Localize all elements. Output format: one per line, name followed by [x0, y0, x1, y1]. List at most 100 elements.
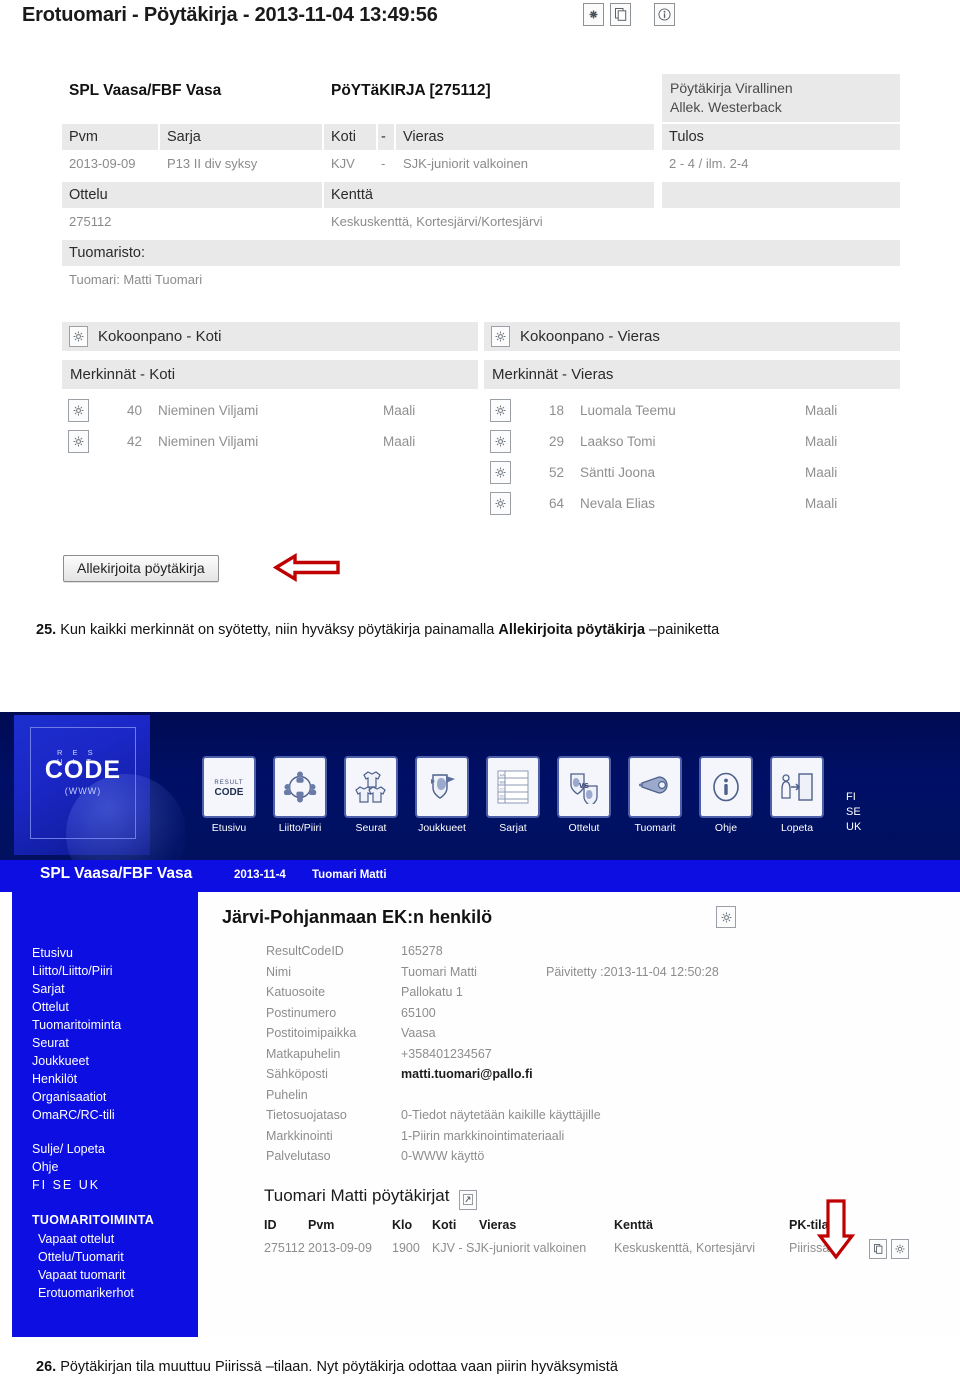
nav-item-ottelut[interactable]: vs Ottelut	[553, 756, 615, 834]
nav-item-seurat[interactable]: Seurat	[340, 756, 402, 834]
sidebar-item-ottelu-tuomarit[interactable]: Ottelu/Tuomarit	[32, 1248, 198, 1266]
gear-icon[interactable]	[491, 326, 510, 347]
val-sarja: P13 II div syksy	[160, 152, 322, 176]
referees-value-row: Tuomari: Matti Tuomari	[62, 268, 960, 298]
nav-language-switcher[interactable]: FI SE UK	[846, 790, 861, 835]
nav-label: Sarjat	[499, 822, 527, 834]
th-kentta: Kenttä	[614, 1217, 653, 1232]
nav-item-tuomarit[interactable]: Tuomarit	[624, 756, 686, 834]
resultcode-logo[interactable]: R E S U L T CODE (WWW)	[14, 715, 186, 894]
people-circle-icon	[273, 756, 327, 818]
mark-number: 18	[548, 403, 564, 418]
sidebar-item-tuomaritoiminta[interactable]: Tuomaritoiminta	[32, 1016, 198, 1034]
nav-item-joukkueet[interactable]: Joukkueet	[411, 756, 473, 834]
mark-type: Maali	[383, 434, 416, 449]
gear-icon[interactable]	[716, 906, 736, 928]
sidebar-language-switcher[interactable]: FI SE UK	[32, 1176, 198, 1194]
nav-item-ohje[interactable]: Ohje	[695, 756, 757, 834]
svg-text:AA: AA	[500, 773, 506, 778]
sidebar-divider-2	[32, 1194, 198, 1210]
gear-icon[interactable]	[490, 399, 511, 422]
detail-label: Sähköposti	[266, 1067, 328, 1081]
protocol-table-heading-text: Tuomari Matti pöytäkirjat	[264, 1186, 450, 1205]
nav-lang-se[interactable]: SE	[846, 805, 861, 820]
svg-text:CC: CC	[500, 787, 506, 792]
gear-icon[interactable]	[69, 326, 88, 347]
detail-label: Postitoimipaikka	[266, 1026, 357, 1040]
sidebar-item-ohje[interactable]: Ohje	[32, 1158, 198, 1176]
gear-icon[interactable]	[68, 399, 89, 422]
gear-icon[interactable]	[490, 430, 511, 453]
gear-icon[interactable]	[490, 461, 511, 484]
link-icon[interactable]	[459, 1189, 478, 1210]
sidebar-item-joukkueet[interactable]: Joukkueet	[32, 1052, 198, 1070]
detail-label: Markkinointi	[266, 1128, 333, 1143]
person-page-title: Järvi-Pohjanmaan EK:n henkilö	[222, 907, 493, 927]
mark-row-home-1[interactable]: 42 Nieminen Viljami Maali	[68, 427, 478, 458]
row-action-buttons	[869, 1238, 909, 1259]
sidebar-item-omarc[interactable]: OmaRC/RC-tili	[32, 1106, 198, 1124]
nav-item-liitto-piiri[interactable]: Liitto/Piiri	[269, 756, 331, 834]
copy-icon[interactable]	[869, 1238, 887, 1259]
sidebar-item-erotuomarikerhot[interactable]: Erotuomarikerhot	[32, 1284, 198, 1302]
sidebar-item-ottelut[interactable]: Ottelut	[32, 998, 198, 1016]
referees-header: Tuomaristo:	[62, 240, 900, 266]
sidebar-item-sulje-lopeta[interactable]: Sulje/ Lopeta	[32, 1140, 198, 1158]
mark-number: 40	[126, 403, 142, 418]
gear-icon[interactable]	[490, 492, 511, 515]
sidebar-item-seurat[interactable]: Seurat	[32, 1034, 198, 1052]
nav-lang-uk[interactable]: UK	[846, 820, 861, 835]
sidebar: Etusivu Liitto/Liitto/Piiri Sarjat Ottel…	[12, 892, 198, 1337]
referees-header-row: Tuomaristo:	[62, 240, 960, 268]
sidebar-item-henkilot[interactable]: Henkilöt	[32, 1070, 198, 1088]
col-tulos: Tulos	[662, 124, 900, 150]
sidebar-item-vapaat-ottelut[interactable]: Vapaat ottelut	[32, 1230, 198, 1248]
th-id: ID	[264, 1217, 277, 1232]
lineup-row: Kokoonpano - Koti Kokoonpano - Vieras	[62, 322, 960, 356]
shield-flag-icon	[415, 756, 469, 818]
sidebar-item-sarjat[interactable]: Sarjat	[32, 980, 198, 998]
detail-label: Katuosoite	[266, 985, 326, 999]
col-kentta: Kenttä	[324, 182, 654, 208]
protocol-body: SPL Vaasa/FBF Vasa PöYTäKIRJA [275112] P…	[0, 74, 960, 532]
title-icon-group	[583, 3, 675, 26]
mark-player: Luomala Teemu	[580, 403, 676, 418]
detail-value: 165278	[401, 944, 443, 958]
org-name: SPL Vaasa/FBF Vasa	[62, 78, 312, 104]
detail-label: Tietosuojataso	[266, 1108, 347, 1122]
col-vieras: Vieras	[396, 124, 654, 150]
mark-row-away-1[interactable]: 29 Laakso Tomi Maali	[490, 427, 900, 458]
game-value-row: 275112 Keskuskenttä, Kortesjärvi/Kortesj…	[62, 210, 960, 238]
lineup-away-label: Kokoonpano - Vieras	[520, 328, 660, 345]
protocol-header-row: SPL Vaasa/FBF Vasa PöYTäKIRJA [275112] P…	[62, 74, 960, 122]
copy-icon[interactable]	[610, 3, 631, 26]
mark-row-away-2[interactable]: 52 Säntti Joona Maali	[490, 458, 900, 489]
val-vieras: SJK-juniorit valkoinen	[396, 152, 654, 176]
sidebar-item-etusivu[interactable]: Etusivu	[32, 944, 198, 962]
gear-icon[interactable]	[891, 1238, 909, 1259]
lineup-away[interactable]: Kokoonpano - Vieras	[484, 322, 900, 351]
detail-label: Postinumero	[266, 1005, 337, 1020]
nav-items: RESULT CODE Etusivu Liitto/Piiri Seurat …	[198, 756, 828, 834]
nav-label: Seurat	[355, 822, 387, 834]
nav-item-sarjat[interactable]: AA BB CC DD Sarjat	[482, 756, 544, 834]
caption-25-before: Kun kaikki merkinnät on syötetty, niin h…	[56, 622, 499, 638]
mark-row-away-0[interactable]: 18 Luomala Teemu Maali	[490, 396, 900, 427]
sidebar-item-vapaat-tuomarit[interactable]: Vapaat tuomarit	[32, 1266, 198, 1284]
info-icon[interactable]	[654, 3, 675, 26]
th-pvm: Pvm	[308, 1217, 335, 1232]
sign-protocol-button[interactable]: Allekirjoita pöytäkirja	[63, 555, 219, 582]
mark-row-home-0[interactable]: 40 Nieminen Viljami Maali	[68, 396, 478, 427]
nav-lang-fi[interactable]: FI	[846, 790, 861, 805]
detail-label: Palvelutaso	[266, 1149, 331, 1163]
sidebar-item-organisaatiot[interactable]: Organisaatiot	[32, 1088, 198, 1106]
asterisk-icon[interactable]	[583, 3, 604, 26]
gear-icon[interactable]	[68, 430, 89, 453]
lineup-home[interactable]: Kokoonpano - Koti	[62, 322, 478, 351]
nav-label: Joukkueet	[418, 822, 466, 834]
sidebar-item-liitto-piiri[interactable]: Liitto/Liitto/Piiri	[32, 962, 198, 980]
nav-item-lopeta[interactable]: Lopeta	[766, 756, 828, 834]
standings-table-icon: AA BB CC DD	[486, 756, 540, 818]
nav-item-etusivu[interactable]: RESULT CODE Etusivu	[198, 756, 260, 834]
mark-row-away-3[interactable]: 64 Nevala Elias Maali	[490, 489, 900, 520]
